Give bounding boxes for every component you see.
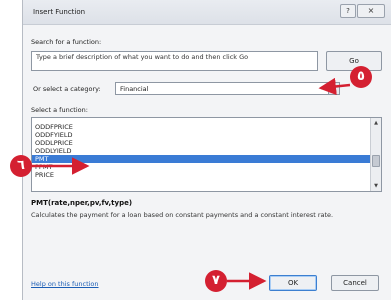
function-list-scrollbar[interactable]: ▲ ▼: [370, 118, 381, 191]
callout-7: ٧: [205, 270, 227, 292]
cancel-button[interactable]: Cancel: [331, 275, 379, 291]
search-input[interactable]: Type a brief description of what you wan…: [31, 51, 318, 71]
function-item[interactable]: ODDLYIELD: [32, 147, 381, 155]
insert-function-dialog: Insert Function ? × Search for a functio…: [22, 0, 391, 300]
close-button[interactable]: ×: [357, 4, 385, 18]
function-list-label: Select a function:: [31, 106, 88, 114]
help-on-function-link[interactable]: Help on this function: [31, 280, 99, 288]
dialog-title: Insert Function: [33, 8, 86, 16]
scroll-up-icon[interactable]: ▲: [371, 118, 381, 128]
ok-button[interactable]: OK: [269, 275, 317, 291]
function-item[interactable]: PPMT: [32, 163, 381, 171]
function-list[interactable]: ODDFPRICE ODDFYIELD ODDLPRICE ODDLYIELD …: [31, 117, 382, 192]
help-button[interactable]: ?: [340, 4, 356, 18]
function-description: Calculates the payment for a loan based …: [31, 211, 334, 219]
title-bar: Insert Function ? ×: [23, 0, 391, 25]
callout-5: ٥: [350, 66, 372, 88]
category-value: Financial: [120, 85, 149, 93]
dropdown-arrow-icon[interactable]: ▼: [328, 82, 340, 95]
function-item[interactable]: ODDLPRICE: [32, 139, 381, 147]
function-item[interactable]: PRICE: [32, 171, 381, 179]
function-syntax: PMT(rate,nper,pv,fv,type): [31, 199, 133, 207]
scroll-down-icon[interactable]: ▼: [371, 181, 381, 191]
search-label: Search for a function:: [31, 38, 102, 46]
function-item[interactable]: ODDFPRICE: [32, 123, 381, 131]
category-select[interactable]: Financial ▼: [115, 82, 340, 95]
callout-6: ٦: [10, 155, 32, 177]
category-label: Or select a category:: [33, 85, 101, 93]
function-item-selected[interactable]: PMT: [32, 155, 381, 163]
function-item[interactable]: ODDFYIELD: [32, 131, 381, 139]
scroll-thumb[interactable]: [372, 155, 380, 167]
